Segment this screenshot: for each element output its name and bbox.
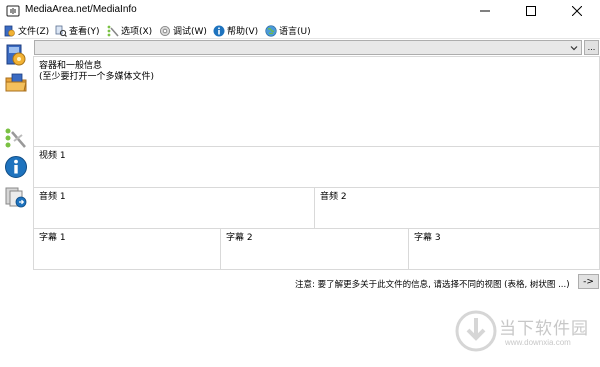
file-selector-combo[interactable]	[34, 40, 582, 55]
panel-text-2: 字幕 2	[220, 228, 409, 270]
view-icon	[55, 25, 67, 37]
watermark-url: www.downxia.com	[505, 338, 571, 347]
minimize-button[interactable]	[462, 0, 508, 22]
panel-video-1-title: 视频 1	[39, 151, 66, 161]
left-toolbar	[0, 39, 32, 367]
more-button[interactable]: ...	[584, 40, 599, 55]
menu-view[interactable]: 查看(Y)	[55, 23, 100, 38]
panel-audio-2-title: 音频 2	[320, 192, 347, 202]
menu-help[interactable]: 帮助(V)	[213, 23, 258, 38]
panel-audio-2: 音频 2	[314, 187, 600, 229]
language-icon	[265, 24, 277, 37]
panel-audio-1-title: 音频 1	[39, 192, 66, 202]
export-button[interactable]	[2, 183, 30, 211]
menu-file[interactable]: 文件(Z)	[4, 23, 49, 38]
panel-video-1: 视频 1	[33, 146, 600, 188]
open-file-icon	[6, 44, 26, 66]
maximize-button[interactable]	[508, 0, 554, 22]
export-icon	[5, 187, 27, 208]
menu-language[interactable]: 语言(U)	[265, 23, 311, 38]
panel-general: 容器和一般信息 (至少要打开一个多媒体文件)	[33, 56, 600, 147]
view-hint-note: 注意: 要了解更多关于此文件的信息, 请选择不同的视图 (表格, 树状图 ...…	[295, 280, 570, 290]
menu-file-label: 文件(Z)	[18, 27, 50, 37]
mediainfo-app-icon	[6, 4, 20, 18]
panel-general-subtitle: (至少要打开一个多媒体文件)	[39, 72, 155, 82]
options-icon	[107, 25, 119, 37]
debug-icon	[160, 25, 170, 36]
watermark: 当下软件园 www.downxia.com	[455, 310, 595, 362]
panel-audio-1: 音频 1	[33, 187, 315, 229]
menu-options-label: 选项(X)	[121, 27, 153, 37]
panel-text-1-title: 字幕 1	[39, 233, 66, 243]
watermark-name: 当下软件园	[499, 319, 589, 339]
maximize-icon	[526, 6, 536, 16]
open-file-button[interactable]	[2, 41, 30, 69]
menu-view-label: 查看(Y)	[69, 27, 100, 37]
about-button[interactable]	[2, 153, 30, 181]
panel-text-2-title: 字幕 2	[226, 233, 253, 243]
open-folder-icon	[5, 73, 27, 92]
next-view-button[interactable]: ->	[578, 274, 599, 289]
menu-bar: 文件(Z) 查看(Y) 选项(X) 调试(W) 帮助(V) 语言(U)	[0, 22, 600, 39]
panel-text-3: 字幕 3	[408, 228, 600, 270]
help-icon	[213, 25, 225, 36]
watermark-logo-icon	[455, 310, 497, 352]
about-info-icon	[5, 156, 27, 178]
menu-options[interactable]: 选项(X)	[107, 23, 152, 38]
menu-debug-label: 调试(W)	[173, 27, 207, 37]
menu-debug[interactable]: 调试(W)	[159, 23, 207, 38]
options-tool-icon	[5, 128, 26, 148]
menu-language-label: 语言(U)	[279, 27, 311, 37]
open-folder-button[interactable]	[2, 69, 30, 97]
close-icon	[572, 6, 582, 16]
window-title: MediaArea.net/MediaInfo	[25, 4, 137, 15]
file-icon	[4, 25, 15, 36]
close-button[interactable]	[554, 0, 600, 22]
title-bar: MediaArea.net/MediaInfo	[0, 0, 600, 22]
panel-text-3-title: 字幕 3	[414, 233, 441, 243]
menu-help-label: 帮助(V)	[227, 27, 259, 37]
preferences-button[interactable]	[2, 125, 30, 153]
file-selector-row: ...	[33, 40, 600, 55]
chevron-down-icon	[570, 46, 578, 51]
panel-text-1: 字幕 1	[33, 228, 221, 270]
minimize-icon	[480, 10, 490, 12]
